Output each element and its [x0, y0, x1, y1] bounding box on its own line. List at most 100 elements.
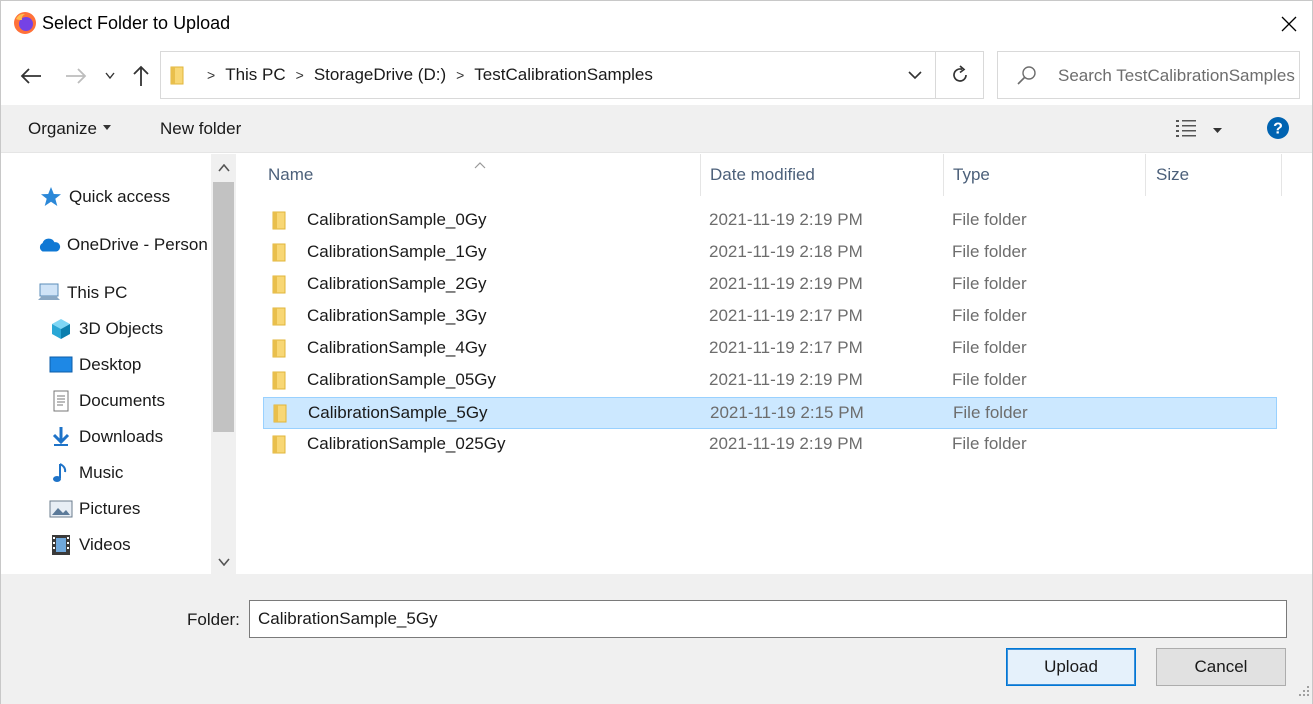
column-divider[interactable]: [1281, 154, 1282, 196]
nav-item-label: Pictures: [79, 499, 141, 518]
scroll-down-button[interactable]: [211, 550, 236, 574]
nav-item-label: This PC: [67, 283, 128, 302]
nav-item-quick-access[interactable]: Quick access: [39, 183, 170, 211]
refresh-button[interactable]: [936, 52, 984, 98]
cancel-button[interactable]: Cancel: [1156, 648, 1286, 686]
select-folder-dialog: Select Folder to Upload > This PC > Stor…: [0, 0, 1313, 704]
file-row[interactable]: CalibrationSample_0Gy 2021-11-19 2:19 PM F…: [263, 205, 1277, 237]
new-folder-button[interactable]: New folder: [160, 119, 241, 139]
date-modified-cell: 2021-11-19 2:19 PM: [709, 434, 863, 453]
file-row[interactable]: CalibrationSample_4Gy 2021-11-19 2:17 PM F…: [263, 333, 1277, 365]
nav-scrollbar[interactable]: [211, 154, 236, 574]
search-input[interactable]: Search TestCalibrationSamples: [997, 51, 1300, 99]
file-name-cell: CalibrationSample_1Gy: [271, 237, 487, 267]
column-divider[interactable]: [700, 154, 701, 196]
firefox-icon: [13, 11, 37, 35]
breadcrumb: > This PC > StorageDrive (D:) > TestCali…: [197, 52, 653, 98]
file-name: CalibrationSample_5Gy: [308, 403, 488, 422]
search-icon: [1016, 64, 1038, 91]
folder-label: Folder:: [187, 610, 240, 629]
organize-button[interactable]: Organize: [28, 119, 111, 139]
type-cell: File folder: [952, 434, 1027, 453]
folder-icon: [271, 210, 291, 230]
chevron-down-icon: [908, 70, 922, 79]
folder-name-input[interactable]: [249, 600, 1287, 638]
date-modified-cell: 2021-11-19 2:18 PM: [709, 242, 863, 261]
nav-item-this-pc[interactable]: This PC: [37, 279, 127, 307]
command-toolbar: Organize New folder: [1, 105, 1312, 153]
file-name-cell: CalibrationSample_05Gy: [271, 365, 496, 395]
column-header-name[interactable]: Name: [260, 154, 700, 196]
file-row[interactable]: CalibrationSample_025Gy 2021-11-19 2:19 P…: [263, 429, 1277, 461]
nav-item-music[interactable]: Music: [49, 459, 123, 487]
breadcrumb-this-pc[interactable]: This PC: [225, 65, 285, 85]
file-row[interactable]: CalibrationSample_5Gy 2021-11-19 2:15 PM F…: [263, 397, 1277, 429]
folder-icon: [271, 242, 291, 262]
column-header-size[interactable]: Size: [1148, 154, 1281, 196]
file-list: Name Date modified Type Size Calibration…: [238, 154, 1312, 574]
chevron-down-icon: [105, 72, 115, 80]
nav-item-label: Videos: [79, 535, 131, 554]
star-icon: [39, 185, 63, 209]
nav-item-pictures[interactable]: Pictures: [49, 495, 140, 523]
back-button[interactable]: [16, 61, 46, 91]
svg-text:?: ?: [1273, 121, 1283, 138]
file-row[interactable]: CalibrationSample_3Gy 2021-11-19 2:17 PM F…: [263, 301, 1277, 333]
title-bar: Select Folder to Upload: [1, 1, 1312, 47]
type-cell: File folder: [952, 210, 1027, 229]
resize-grip-icon[interactable]: [1298, 682, 1310, 702]
change-view-button[interactable]: [1175, 117, 1225, 141]
nav-item-documents[interactable]: Documents: [49, 387, 165, 415]
scroll-thumb[interactable]: [213, 182, 234, 432]
recent-locations-button[interactable]: [95, 61, 125, 91]
breadcrumb-test-calibration-samples[interactable]: TestCalibrationSamples: [474, 65, 653, 85]
help-button[interactable]: ?: [1266, 116, 1290, 145]
nav-item-3d-objects[interactable]: 3D Objects: [49, 315, 163, 343]
cloud-icon: [37, 233, 61, 257]
scroll-up-button[interactable]: [211, 156, 236, 180]
file-name: CalibrationSample_4Gy: [307, 338, 487, 357]
nav-item-onedrive[interactable]: OneDrive - Person: [37, 231, 208, 259]
arrow-right-icon: [66, 68, 87, 84]
type-cell: File folder: [952, 370, 1027, 389]
date-modified-cell: 2021-11-19 2:15 PM: [710, 403, 864, 422]
computer-icon: [37, 281, 61, 305]
folder-icon: [169, 65, 185, 90]
address-dropdown-button[interactable]: [895, 52, 935, 98]
nav-item-label: Music: [79, 463, 124, 482]
nav-item-downloads[interactable]: Downloads: [49, 423, 163, 451]
file-row[interactable]: CalibrationSample_05Gy 2021-11-19 2:19 PM…: [263, 365, 1277, 397]
file-row[interactable]: CalibrationSample_1Gy 2021-11-19 2:18 PM F…: [263, 237, 1277, 269]
forward-button[interactable]: [61, 61, 91, 91]
address-bar[interactable]: > This PC > StorageDrive (D:) > TestCali…: [160, 51, 984, 99]
nav-item-label: 3D Objects: [79, 319, 164, 338]
folder-icon: [271, 370, 291, 390]
navigation-pane: Quick access OneDrive - Person This PC 3…: [1, 154, 238, 574]
file-row[interactable]: CalibrationSample_2Gy 2021-11-19 2:19 PM F…: [263, 269, 1277, 301]
type-cell: File folder: [952, 242, 1027, 261]
column-divider[interactable]: [1145, 154, 1146, 196]
cube-icon: [49, 317, 73, 341]
file-name: CalibrationSample_05Gy: [307, 370, 496, 389]
folder-icon: [271, 274, 291, 294]
up-button[interactable]: [126, 61, 156, 91]
music-icon: [49, 461, 73, 485]
desktop-icon: [49, 353, 73, 377]
date-modified-cell: 2021-11-19 2:17 PM: [709, 306, 863, 325]
nav-item-videos[interactable]: Videos: [49, 531, 131, 559]
column-header-date[interactable]: Date modified: [702, 154, 942, 196]
help-icon: ?: [1267, 117, 1289, 139]
file-name-cell: CalibrationSample_025Gy: [271, 429, 505, 459]
column-header-type[interactable]: Type: [945, 154, 1145, 196]
nav-item-label: Documents: [79, 391, 165, 410]
date-modified-cell: 2021-11-19 2:19 PM: [709, 274, 863, 293]
download-icon: [49, 425, 73, 449]
upload-button[interactable]: Upload: [1006, 648, 1136, 686]
breadcrumb-storage-drive[interactable]: StorageDrive (D:): [314, 65, 446, 85]
column-divider[interactable]: [943, 154, 944, 196]
close-button[interactable]: [1266, 1, 1312, 47]
chevron-right-icon: >: [207, 67, 216, 83]
folder-icon: [271, 306, 291, 326]
pictures-icon: [49, 497, 73, 521]
nav-item-desktop[interactable]: Desktop: [49, 351, 141, 379]
